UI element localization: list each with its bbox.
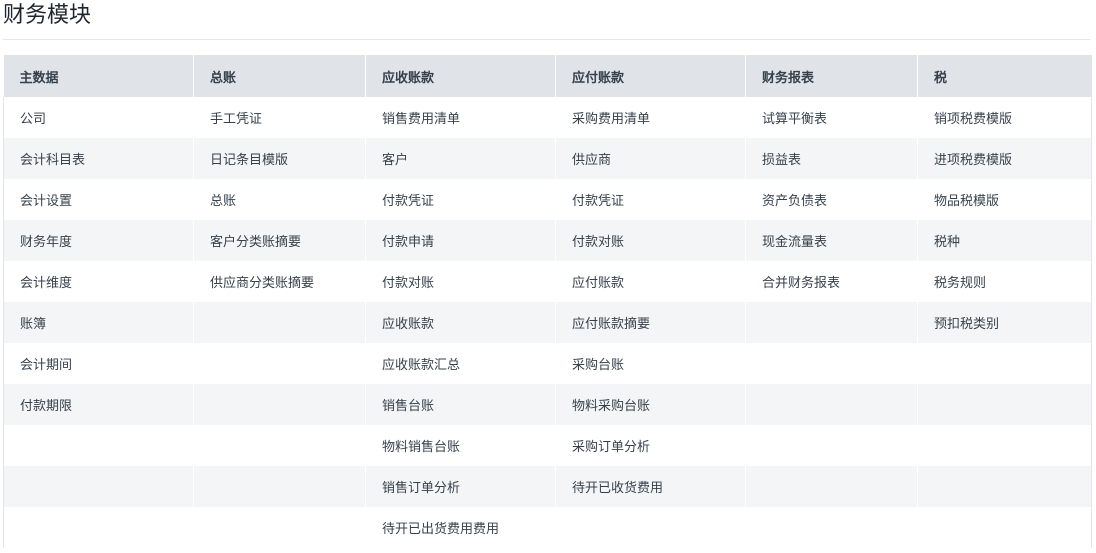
- link-financial-statements-1[interactable]: 损益表: [745, 138, 918, 179]
- empty-cell: [193, 507, 366, 548]
- table-row: 会计设置 总账 付款凭证 付款凭证 资产负债表 物品税模版: [3, 179, 1092, 220]
- link-general-ledger-3[interactable]: 客户分类账摘要: [193, 220, 366, 261]
- link-general-ledger-0[interactable]: 手工凭证: [193, 97, 366, 138]
- link-master-data-5[interactable]: 账簿: [3, 302, 194, 343]
- column-header-master-data: 主数据: [3, 55, 194, 97]
- empty-cell: [745, 302, 918, 343]
- link-accounts-receivable-9[interactable]: 销售订单分析: [365, 466, 556, 507]
- link-accounts-receivable-4[interactable]: 付款对账: [365, 261, 556, 302]
- empty-cell: [193, 302, 366, 343]
- link-accounts-receivable-5[interactable]: 应收账款: [365, 302, 556, 343]
- link-accounts-receivable-6[interactable]: 应收账款汇总: [365, 343, 556, 384]
- table-row: 会计期间 应收账款汇总 采购台账: [3, 343, 1092, 384]
- table-body: 公司 手工凭证 销售费用清单 采购费用清单 试算平衡表 销项税费模版 会计科目表 日记条目模版…: [3, 97, 1092, 548]
- empty-cell: [193, 466, 366, 507]
- finance-module-page: 财务模块 主数据 总账 应收账款 应付账款 财务报表 税 公司 手工凭证 销售费用清…: [0, 0, 1096, 553]
- empty-cell: [917, 425, 1092, 466]
- column-header-general-ledger: 总账: [193, 55, 366, 97]
- empty-cell: [917, 384, 1092, 425]
- link-financial-statements-0[interactable]: 试算平衡表: [745, 97, 918, 138]
- link-financial-statements-4[interactable]: 合并财务报表: [745, 261, 918, 302]
- link-general-ledger-1[interactable]: 日记条目模版: [193, 138, 366, 179]
- table-row: 公司 手工凭证 销售费用清单 采购费用清单 试算平衡表 销项税费模版: [3, 97, 1092, 138]
- link-accounts-payable-7[interactable]: 物料采购台账: [555, 384, 746, 425]
- link-accounts-receivable-3[interactable]: 付款申请: [365, 220, 556, 261]
- empty-cell: [917, 343, 1092, 384]
- link-master-data-6[interactable]: 会计期间: [3, 343, 194, 384]
- empty-cell: [917, 507, 1092, 548]
- link-accounts-payable-3[interactable]: 付款对账: [555, 220, 746, 261]
- table-row: 待开已出货费用费用: [3, 507, 1092, 548]
- table-row: 付款期限 销售台账 物料采购台账: [3, 384, 1092, 425]
- empty-cell: [745, 384, 918, 425]
- table-row: 销售订单分析 待开已收货费用: [3, 466, 1092, 507]
- empty-cell: [3, 425, 194, 466]
- link-master-data-4[interactable]: 会计维度: [3, 261, 194, 302]
- link-tax-2[interactable]: 物品税模版: [917, 179, 1092, 220]
- empty-cell: [745, 507, 918, 548]
- page-title: 财务模块: [3, 3, 92, 28]
- empty-cell: [745, 425, 918, 466]
- empty-cell: [193, 343, 366, 384]
- column-header-accounts-receivable: 应收账款: [365, 55, 556, 97]
- table-row: 账簿 应收账款 应付账款摘要 预扣税类别: [3, 302, 1092, 343]
- empty-cell: [917, 466, 1092, 507]
- link-accounts-payable-8[interactable]: 采购订单分析: [555, 425, 746, 466]
- link-master-data-7[interactable]: 付款期限: [3, 384, 194, 425]
- link-accounts-receivable-7[interactable]: 销售台账: [365, 384, 556, 425]
- table-row: 物料销售台账 采购订单分析: [3, 425, 1092, 466]
- link-accounts-receivable-0[interactable]: 销售费用清单: [365, 97, 556, 138]
- title-divider: [3, 39, 1090, 40]
- column-header-tax: 税: [917, 55, 1092, 97]
- empty-cell: [193, 425, 366, 466]
- link-accounts-payable-1[interactable]: 供应商: [555, 138, 746, 179]
- link-tax-3[interactable]: 税种: [917, 220, 1092, 261]
- link-accounts-payable-5[interactable]: 应付账款摘要: [555, 302, 746, 343]
- link-accounts-receivable-8[interactable]: 物料销售台账: [365, 425, 556, 466]
- link-master-data-0[interactable]: 公司: [3, 97, 194, 138]
- table-row: 会计维度 供应商分类账摘要 付款对账 应付账款 合并财务报表 税务规则: [3, 261, 1092, 302]
- empty-cell: [555, 507, 746, 548]
- column-header-accounts-payable: 应付账款: [555, 55, 746, 97]
- link-accounts-payable-9[interactable]: 待开已收货费用: [555, 466, 746, 507]
- link-tax-1[interactable]: 进项税费模版: [917, 138, 1092, 179]
- empty-cell: [3, 466, 194, 507]
- link-tax-4[interactable]: 税务规则: [917, 261, 1092, 302]
- column-header-financial-statements: 财务报表: [745, 55, 918, 97]
- link-general-ledger-4[interactable]: 供应商分类账摘要: [193, 261, 366, 302]
- link-accounts-payable-6[interactable]: 采购台账: [555, 343, 746, 384]
- table-row: 会计科目表 日记条目模版 客户 供应商 损益表 进项税费模版: [3, 138, 1092, 179]
- empty-cell: [745, 466, 918, 507]
- link-master-data-2[interactable]: 会计设置: [3, 179, 194, 220]
- link-tax-0[interactable]: 销项税费模版: [917, 97, 1092, 138]
- empty-cell: [193, 384, 366, 425]
- module-links-table: 主数据 总账 应收账款 应付账款 财务报表 税 公司 手工凭证 销售费用清单 采购费用…: [3, 55, 1092, 548]
- link-accounts-payable-0[interactable]: 采购费用清单: [555, 97, 746, 138]
- link-general-ledger-2[interactable]: 总账: [193, 179, 366, 220]
- table-row: 财务年度 客户分类账摘要 付款申请 付款对账 现金流量表 税种: [3, 220, 1092, 261]
- empty-cell: [3, 507, 194, 548]
- link-accounts-payable-2[interactable]: 付款凭证: [555, 179, 746, 220]
- link-accounts-receivable-1[interactable]: 客户: [365, 138, 556, 179]
- link-accounts-receivable-2[interactable]: 付款凭证: [365, 179, 556, 220]
- link-master-data-1[interactable]: 会计科目表: [3, 138, 194, 179]
- link-financial-statements-2[interactable]: 资产负债表: [745, 179, 918, 220]
- link-master-data-3[interactable]: 财务年度: [3, 220, 194, 261]
- link-financial-statements-3[interactable]: 现金流量表: [745, 220, 918, 261]
- link-accounts-payable-4[interactable]: 应付账款: [555, 261, 746, 302]
- table-header-row: 主数据 总账 应收账款 应付账款 财务报表 税: [3, 55, 1092, 97]
- link-tax-5[interactable]: 预扣税类别: [917, 302, 1092, 343]
- link-accounts-receivable-10[interactable]: 待开已出货费用费用: [365, 507, 556, 548]
- empty-cell: [745, 343, 918, 384]
